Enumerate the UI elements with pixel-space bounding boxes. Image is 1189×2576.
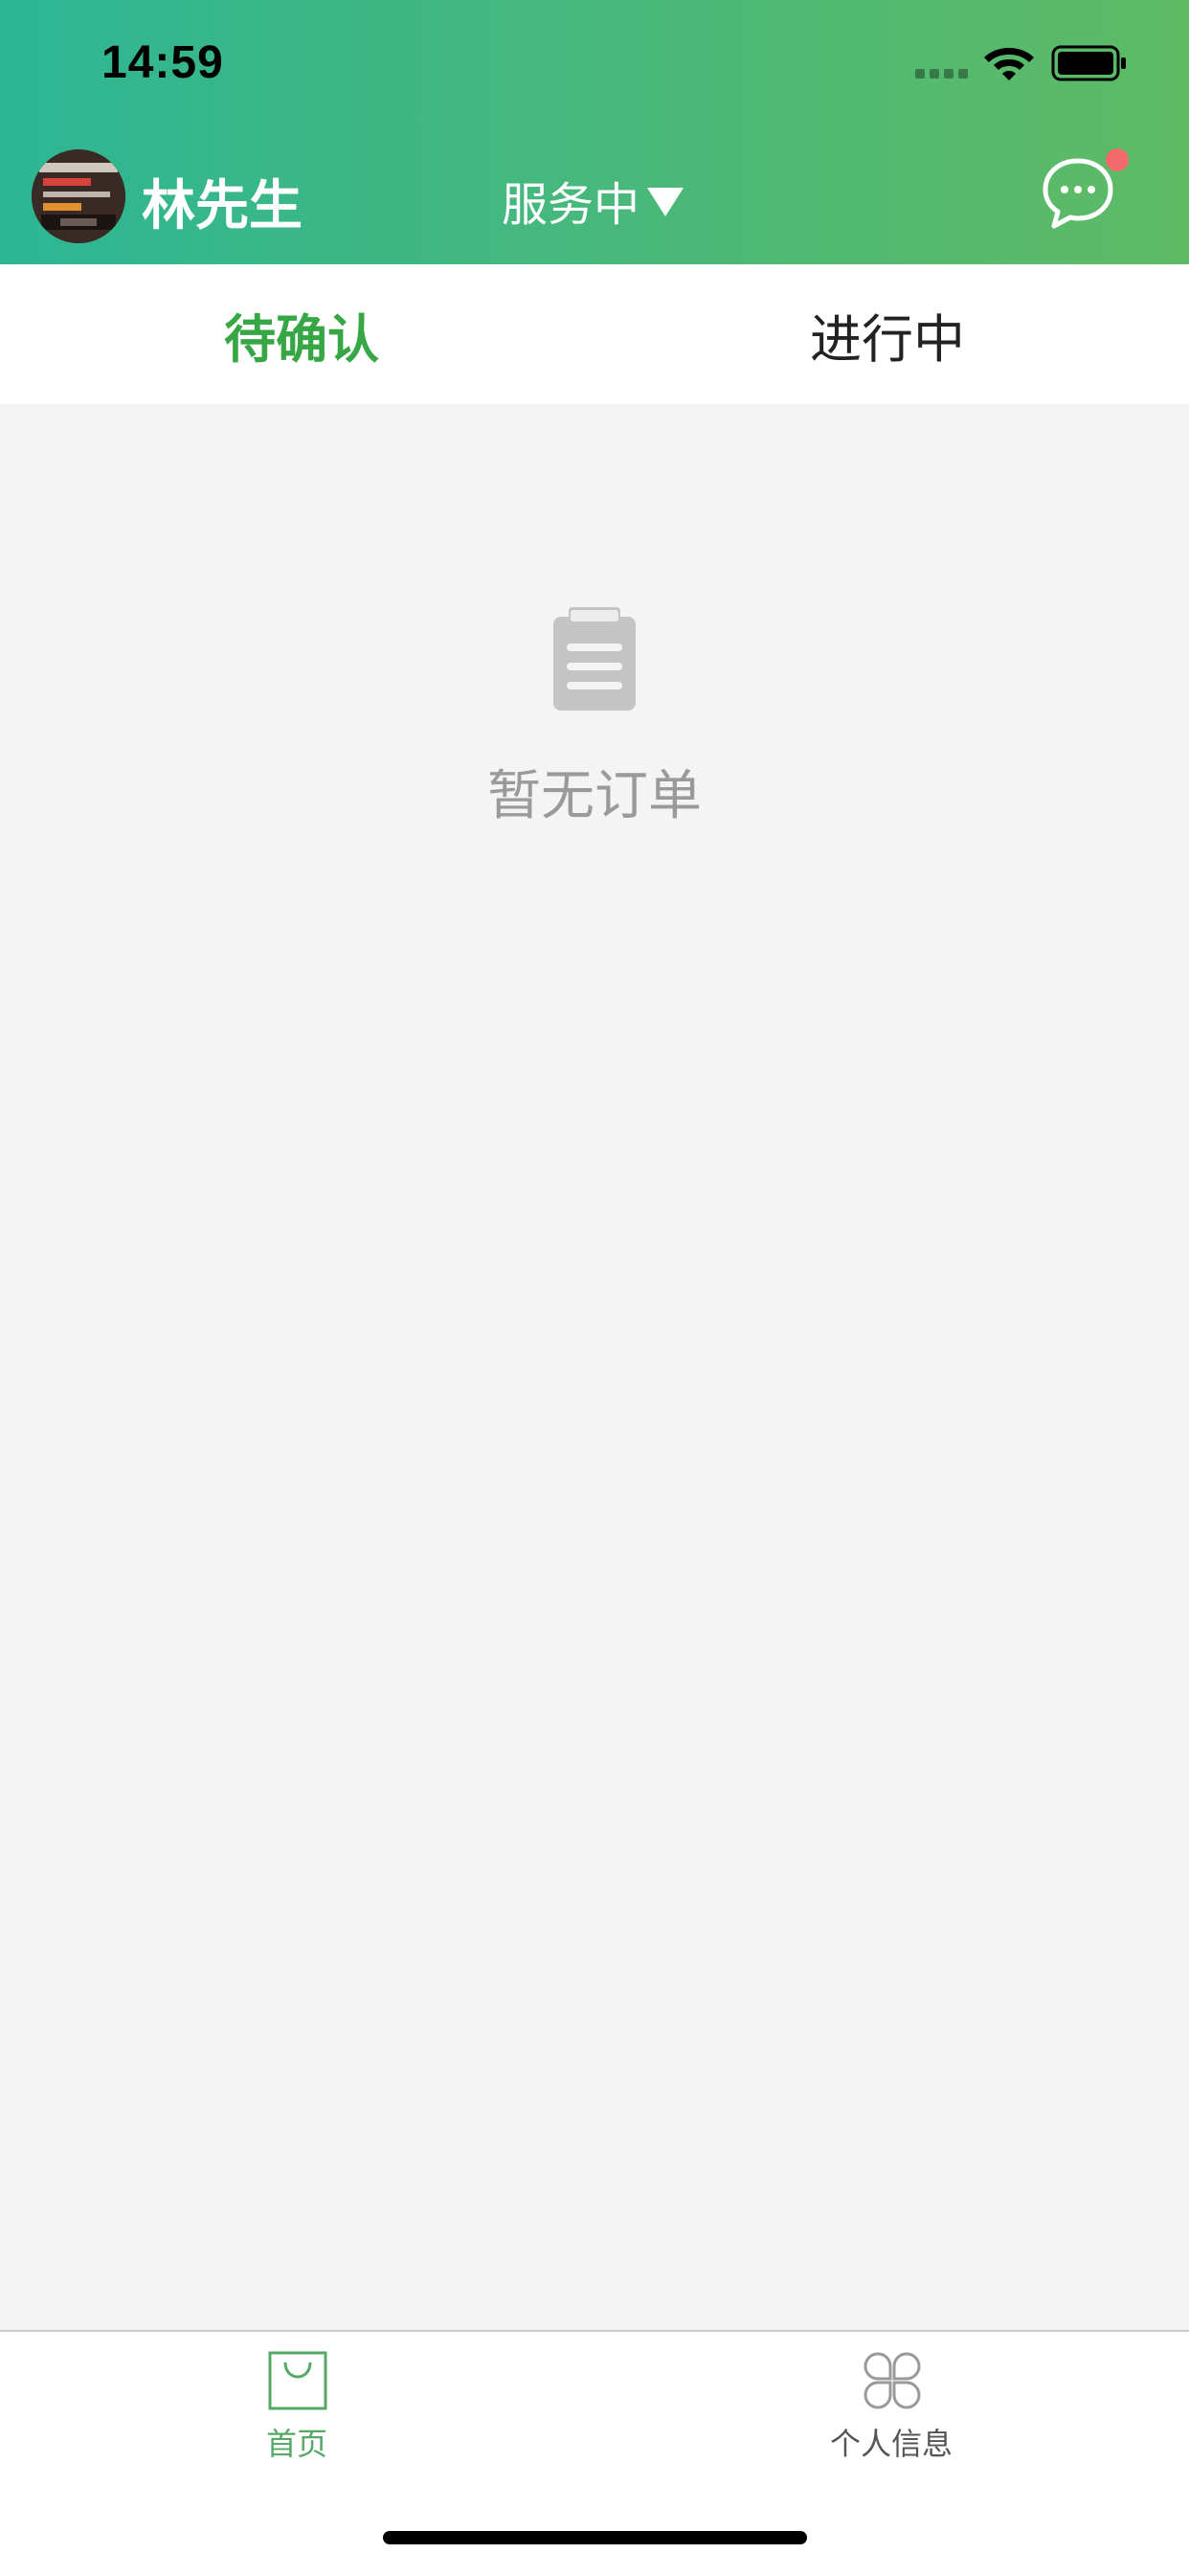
battery-icon: [1051, 45, 1126, 81]
tab-in-progress[interactable]: 进行中: [594, 264, 1180, 404]
clipboard-icon: [553, 607, 636, 711]
avatar[interactable]: [32, 149, 125, 243]
nav-home-label: 首页: [265, 2426, 327, 2462]
status-bar-time: 14:59: [101, 37, 224, 88]
wifi-icon: [984, 48, 1034, 80]
notification-dot: [1106, 148, 1129, 171]
user-name[interactable]: 林先生: [142, 163, 303, 240]
shopping-bag-icon: [268, 2351, 327, 2410]
tab-pending[interactable]: 待确认: [0, 264, 603, 404]
nav-home[interactable]: 首页: [153, 2351, 440, 2485]
cellular-signal-icon: [915, 69, 968, 79]
app-header: 14:59 林先生 服务中: [0, 0, 1189, 264]
nav-profile-label: 个人信息: [829, 2426, 953, 2462]
empty-state-text: 暂无订单: [487, 765, 702, 827]
order-tabs: 待确认 进行中: [0, 264, 1189, 404]
nav-profile[interactable]: 个人信息: [748, 2351, 1035, 2485]
dropdown-triangle-icon: [647, 188, 684, 216]
avatar-image: [32, 149, 125, 243]
service-status-label: 服务中: [502, 178, 640, 232]
four-petal-icon: [864, 2352, 921, 2409]
home-indicator[interactable]: [383, 2531, 807, 2544]
service-status-dropdown[interactable]: 服务中: [502, 167, 684, 234]
